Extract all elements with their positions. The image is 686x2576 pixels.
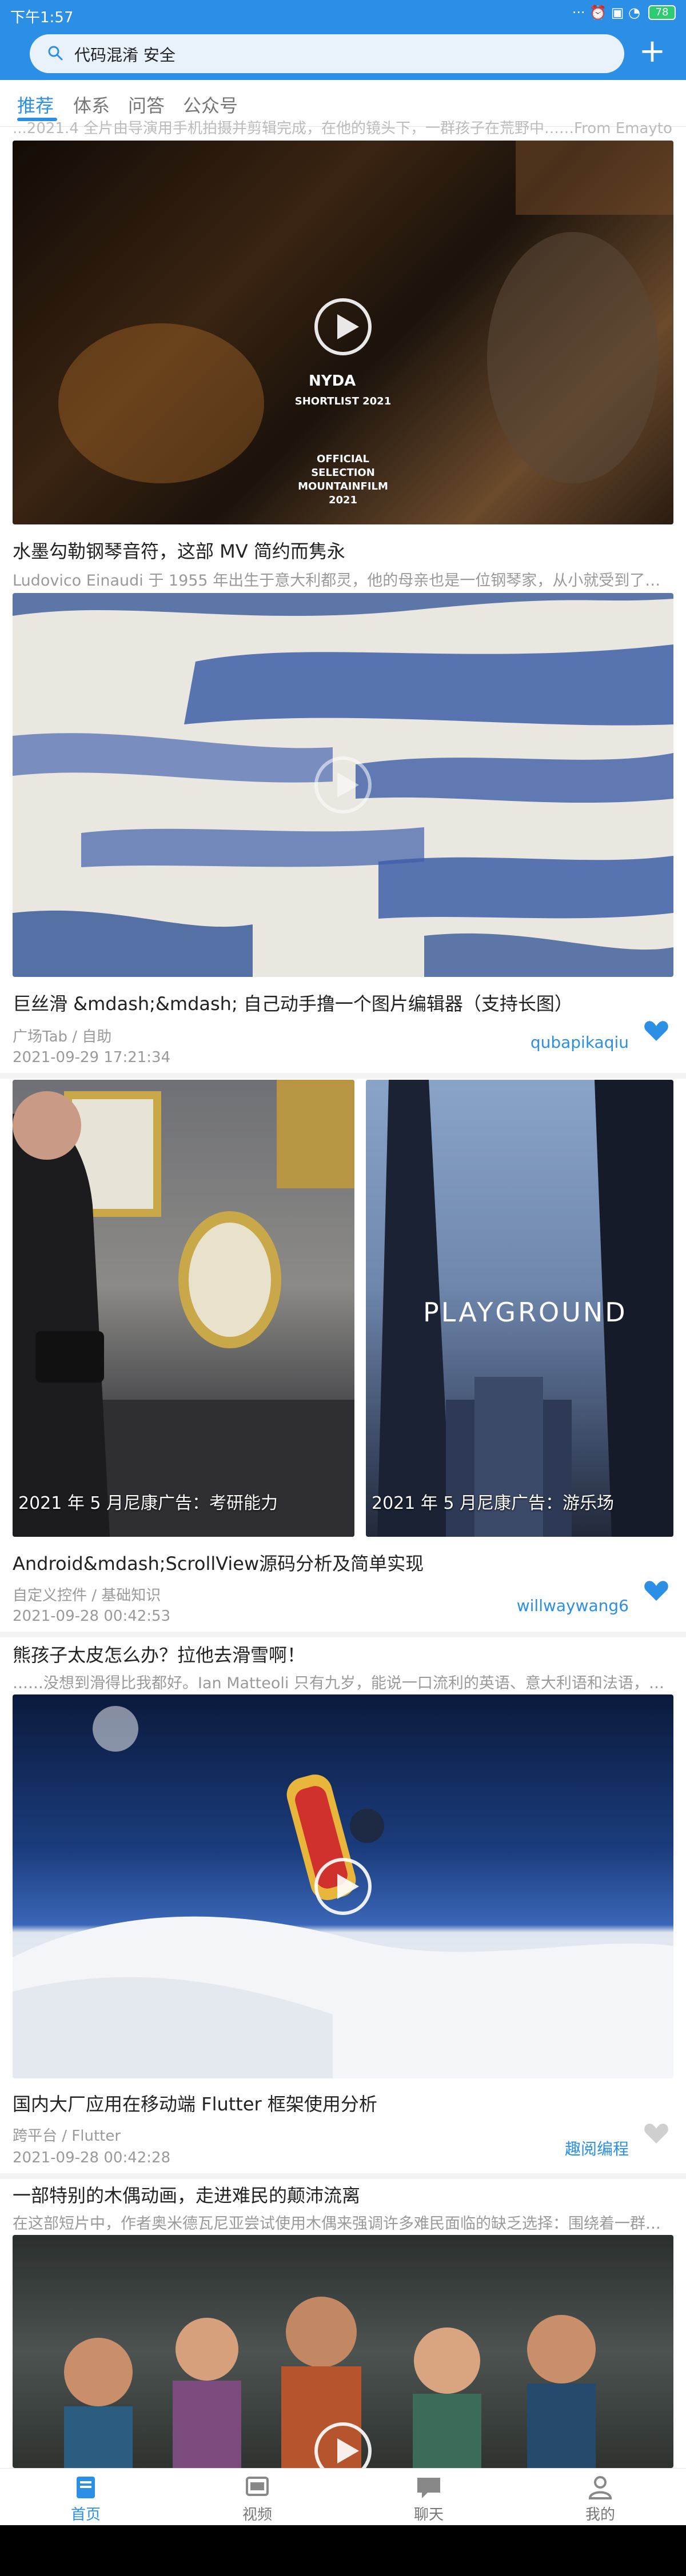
ad-caption: 2021 年 5 月尼康广告：考研能力	[18, 1493, 278, 1513]
home-icon	[77, 2477, 95, 2498]
search-input[interactable]: 代码混淆 安全	[30, 34, 624, 73]
nav-video[interactable]: 视频	[172, 2469, 343, 2526]
article-title[interactable]: 国内大厂应用在移动端 Flutter 框架使用分析	[13, 2090, 377, 2116]
tab-official-accounts[interactable]: 公众号	[183, 91, 238, 118]
play-icon[interactable]	[314, 1858, 372, 1915]
article-date: 2021-09-29 17:21:34	[13, 1049, 171, 1066]
ad-scene-1	[13, 1080, 354, 1537]
search-placeholder: 代码混淆 安全	[74, 46, 176, 65]
system-nav-bar	[0, 2525, 686, 2576]
app-header: 下午1:57 ··· ⏰ ▣ ◔ 78 代码混淆 安全 +	[0, 0, 686, 80]
video-icon	[246, 2477, 269, 2496]
article-author[interactable]: qubapikaqiu	[531, 1033, 629, 1052]
nav-home-label: 首页	[70, 2506, 101, 2523]
play-icon[interactable]	[314, 756, 372, 814]
nav-chat-label: 聊天	[413, 2506, 444, 2523]
item-desc: Ludovico Einaudi 于 1955 年出生于意大利都灵，他的母亲也是…	[13, 572, 673, 590]
play-icon[interactable]	[314, 298, 372, 355]
tab-recommend[interactable]: 推荐	[17, 91, 54, 118]
article-date: 2021-09-28 00:42:53	[13, 1608, 171, 1625]
like-heart-icon[interactable]	[644, 2122, 669, 2145]
status-icons-text: ··· ⏰ ▣ ◔	[572, 5, 640, 21]
profile-icon	[588, 2476, 612, 2499]
like-heart-icon[interactable]	[644, 1019, 669, 1042]
laurel-mountainfilm: OFFICIAL SELECTION MOUNTAINFILM 2021	[298, 453, 388, 506]
laurel-logo: NYDA	[309, 372, 356, 390]
divider	[0, 1632, 686, 1637]
search-icon	[48, 46, 63, 61]
playground-text: PLAYGROUND	[423, 1297, 628, 1328]
laurel-shortlist: SHORTLIST 2021	[294, 395, 392, 407]
article-category[interactable]: 广场Tab / 自助	[13, 1025, 111, 1046]
article-title[interactable]: 巨丝滑 &mdash;&mdash; 自己动手撸一个图片编辑器（支持长图）	[13, 989, 573, 1016]
status-bar: 下午1:57 ··· ⏰ ▣ ◔ 78	[0, 0, 686, 30]
festival-laurels: NYDA SHORTLIST 2021 OFFICIAL SELECTION M…	[274, 281, 412, 521]
divider	[0, 2173, 686, 2179]
item-title[interactable]: 一部特别的木偶动画，走进难民的颠沛流离	[13, 2181, 360, 2208]
nav-profile[interactable]: 我的	[514, 2469, 686, 2526]
item-title[interactable]: 水墨勾勒钢琴音符，这部 MV 简约而隽永	[13, 537, 345, 563]
article-author[interactable]: willwaywang6	[517, 1596, 629, 1615]
article-author[interactable]: 趣阅编程	[565, 2137, 629, 2160]
article-date: 2021-09-28 00:42:28	[13, 2149, 171, 2166]
nav-chat[interactable]: 聊天	[343, 2469, 514, 2526]
ad-thumbnail-2[interactable]: PLAYGROUND 2021 年 5 月尼康广告：游乐场	[366, 1080, 673, 1537]
battery-icon: 78	[648, 5, 676, 20]
bottom-nav: 首页 视频 聊天 我的	[0, 2468, 686, 2525]
nav-video-label: 视频	[242, 2506, 272, 2523]
plus-icon: +	[639, 33, 666, 70]
item-desc: ……没想到滑得比我都好。Ian Matteoli 只有九岁，能说一口流利的英语、…	[13, 1674, 673, 1692]
article-category[interactable]: 跨平台 / Flutter	[13, 2124, 121, 2145]
ad-thumbnail-1[interactable]: 2021 年 5 月尼康广告：考研能力	[13, 1080, 354, 1537]
video-thumbnail-3[interactable]	[13, 1694, 673, 2078]
tab-qa[interactable]: 问答	[128, 91, 165, 118]
battery-level: 78	[655, 6, 669, 18]
video-thumbnail-2[interactable]	[13, 593, 673, 977]
like-heart-icon[interactable]	[644, 1579, 669, 1602]
nav-home[interactable]: 首页	[0, 2469, 172, 2526]
divider	[0, 1073, 686, 1079]
status-time: 下午1:57	[10, 9, 74, 26]
tab-system[interactable]: 体系	[73, 91, 110, 118]
chat-icon	[417, 2478, 440, 2498]
status-icons: ··· ⏰ ▣ ◔ 78	[572, 5, 676, 21]
ad-caption: 2021 年 5 月尼康广告：游乐场	[372, 1493, 615, 1513]
article-title[interactable]: Android&mdash;ScrollView源码分析及简单实现	[13, 1549, 424, 1576]
add-button[interactable]: +	[638, 35, 667, 67]
item-desc: 在这部短片中，作者奥米德瓦尼亚尝试使用木偶来强调许多难民面临的缺乏选择：围绕着一…	[13, 2215, 661, 2233]
video-thumbnail-4[interactable]	[13, 2235, 673, 2468]
partial-desc: ...2021.4 全片由导演用手机拍摄并剪辑完成，在他的镜头下，一群孩子在荒野…	[13, 120, 673, 137]
article-category[interactable]: 自定义控件 / 基础知识	[13, 1584, 161, 1605]
video-thumbnail-1[interactable]: NYDA SHORTLIST 2021 OFFICIAL SELECTION M…	[13, 141, 673, 524]
nav-profile-label: 我的	[585, 2506, 615, 2523]
item-title[interactable]: 熊孩子太皮怎么办？拉他去滑雪啊！	[13, 1641, 305, 1667]
